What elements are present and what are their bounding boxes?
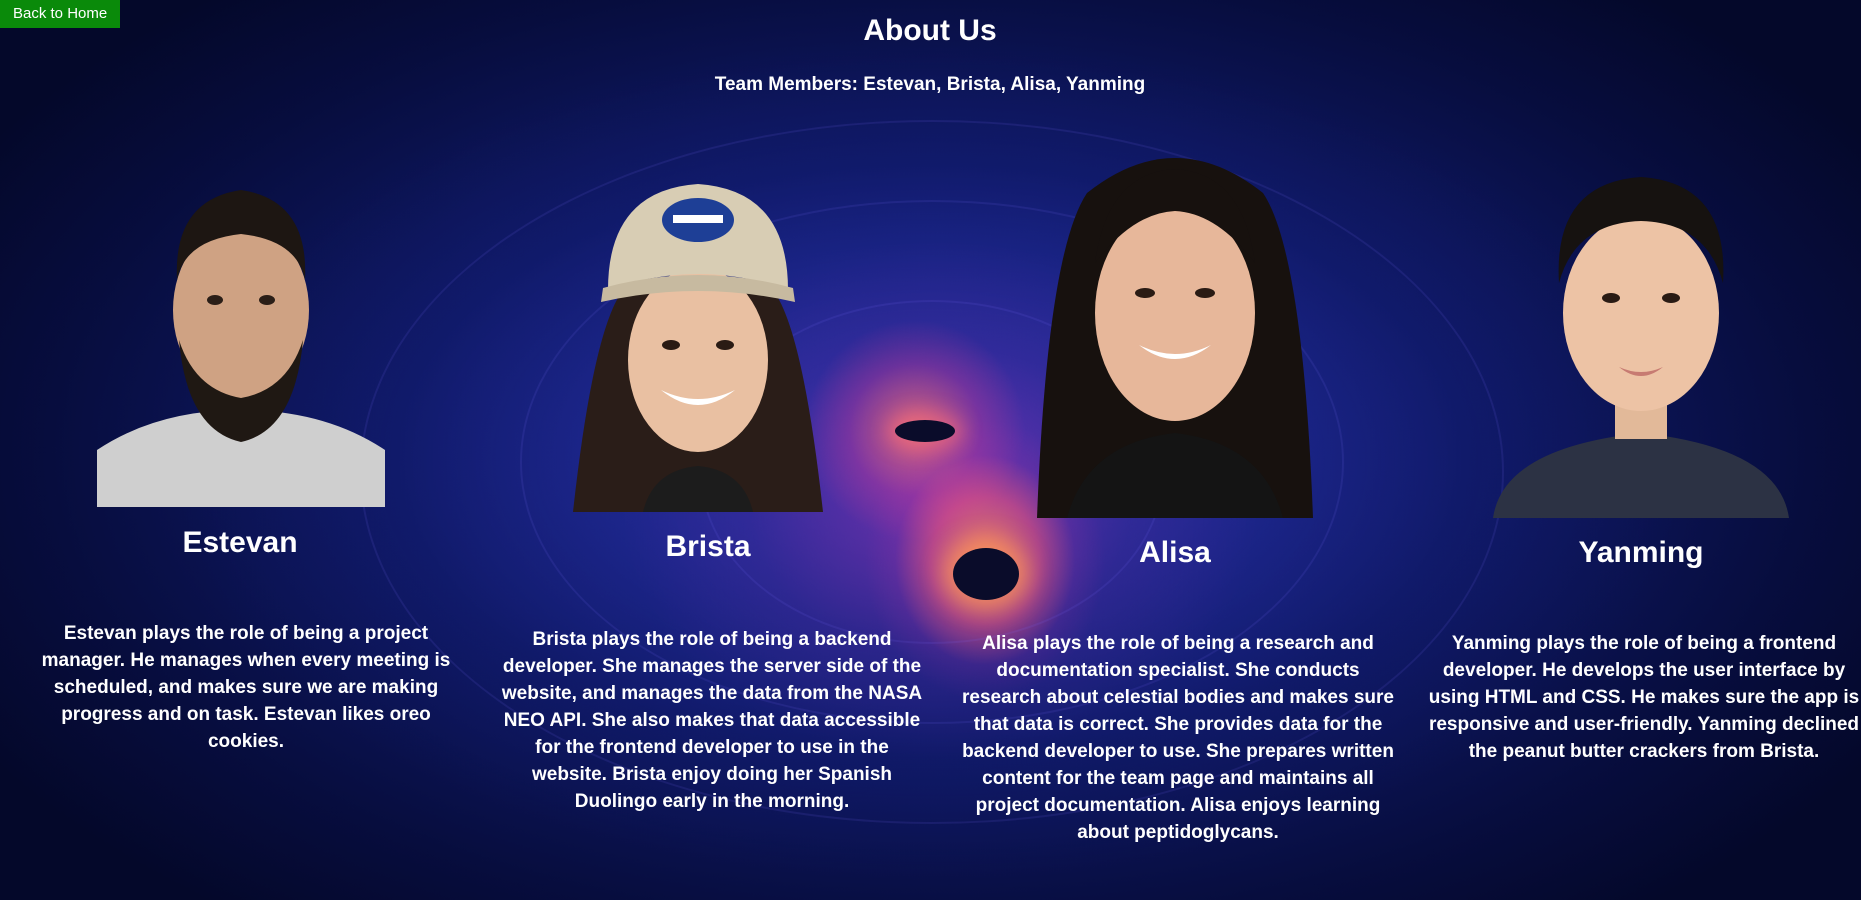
member-name: Yanming bbox=[1578, 536, 1704, 569]
member-bio: Alisa plays the role of being a research… bbox=[962, 633, 1394, 843]
black-hole-core bbox=[895, 420, 955, 442]
member-photo-brista bbox=[533, 170, 863, 512]
member-photo-estevan bbox=[97, 160, 385, 507]
member-name: Alisa bbox=[1139, 536, 1211, 569]
member-photo-yanming bbox=[1493, 163, 1789, 518]
member-bio: Estevan plays the role of being a projec… bbox=[41, 623, 451, 752]
member-photo-alisa bbox=[1027, 133, 1323, 518]
page-title: About Us bbox=[863, 14, 997, 47]
member-name: Estevan bbox=[182, 526, 298, 559]
member-bio: Yanming plays the role of being a fronte… bbox=[1428, 633, 1860, 762]
team-members-subtitle: Team Members: Estevan, Brista, Alisa, Ya… bbox=[714, 74, 1146, 95]
member-name: Brista bbox=[665, 530, 751, 563]
member-bio: Brista plays the role of being a backend… bbox=[501, 629, 923, 812]
